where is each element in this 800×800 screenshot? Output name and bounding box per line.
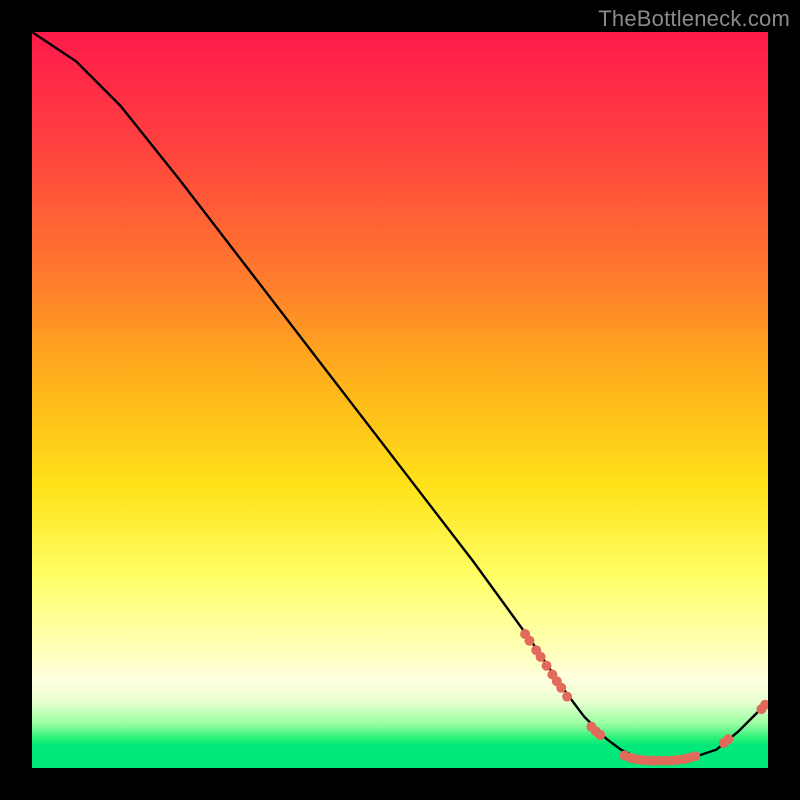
marker-dot — [723, 734, 733, 744]
chart-plot-area — [32, 32, 768, 768]
bottleneck-curve — [32, 32, 768, 761]
marker-dot — [562, 692, 572, 702]
marker-dot — [595, 730, 605, 740]
marker-dot — [556, 683, 566, 693]
marker-dot — [690, 751, 700, 761]
chart-svg — [32, 32, 768, 768]
watermark-label: TheBottleneck.com — [598, 6, 790, 32]
chart-frame: TheBottleneck.com — [0, 0, 800, 800]
marker-dot — [542, 661, 552, 671]
data-markers — [520, 629, 768, 766]
marker-dot — [536, 652, 546, 662]
marker-dot — [525, 636, 535, 646]
